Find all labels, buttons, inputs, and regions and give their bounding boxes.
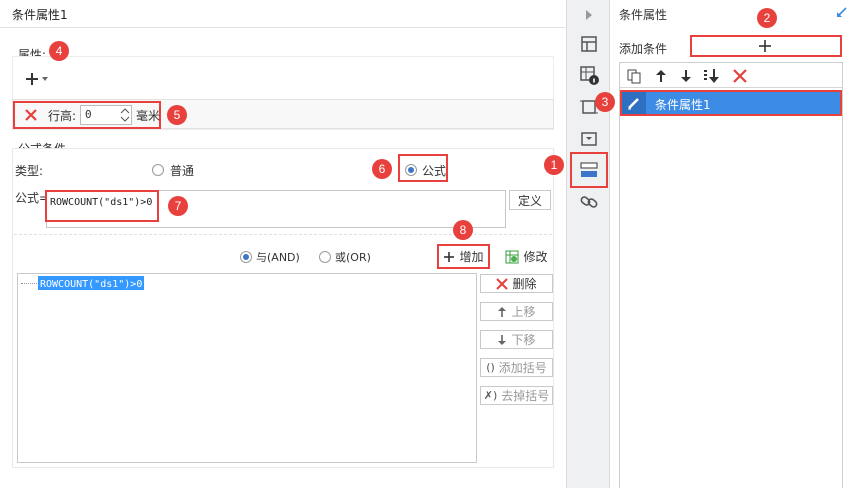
badge-8: 8 — [453, 220, 473, 240]
move-to-bottom-icon[interactable] — [703, 68, 721, 84]
condition-property-dialog: 条件属性1 属性: 行高: 0 毫米 公式条件 类型: 普通 公式 — [0, 0, 566, 488]
plus-icon — [26, 73, 38, 85]
condition-list-item-label: 条件属性1 — [655, 98, 711, 112]
badge-7: 7 — [168, 196, 188, 216]
row-height-label: 行高: — [48, 109, 77, 123]
plus-icon — [759, 40, 771, 52]
arrow-up-icon — [498, 306, 507, 317]
badge-5: 5 — [167, 105, 187, 125]
remove-property-button[interactable] — [23, 107, 39, 123]
modify-label: 修改 — [523, 250, 548, 264]
caret-down-icon — [42, 77, 48, 81]
condition-item-text: ROWCOUNT("ds1")>0 — [40, 279, 143, 290]
arrow-up-icon[interactable] — [654, 68, 668, 84]
move-down-button[interactable]: 下移 — [480, 330, 553, 349]
condition-item[interactable]: ROWCOUNT("ds1")>0 — [38, 276, 145, 290]
side-toolbar: 1 — [544, 0, 610, 488]
badge-4: 4 — [49, 41, 69, 61]
pencil-icon — [628, 98, 639, 110]
or-label: 或(OR) — [335, 251, 371, 264]
hyperlink-icon[interactable] — [578, 191, 600, 213]
panel-title: 条件属性 — [619, 8, 668, 22]
modify-button[interactable]: 修改 — [502, 246, 551, 267]
dialog-title: 条件属性1 — [12, 8, 68, 22]
cell-info-icon[interactable] — [578, 64, 600, 86]
type-formula-label: 公式 — [422, 164, 447, 178]
dialog-title-bar: 条件属性1 — [0, 0, 566, 28]
remove-bracket-icon: ✗) — [483, 389, 498, 402]
badge-6: 6 — [372, 159, 392, 179]
or-radio[interactable] — [319, 251, 331, 263]
row-height-spinner[interactable]: 0 — [80, 105, 132, 125]
type-normal-label: 普通 — [170, 164, 195, 178]
widget-icon[interactable] — [578, 128, 600, 150]
bracket-icon: () — [486, 361, 495, 374]
row-height-value: 0 — [85, 108, 92, 121]
add-property-dropdown[interactable] — [23, 69, 55, 89]
and-radio[interactable] — [240, 251, 252, 263]
arrow-down-icon — [498, 334, 507, 345]
collapse-arrow-icon[interactable] — [578, 4, 600, 26]
unit-label: 毫米 — [136, 109, 161, 123]
copy-icon[interactable] — [626, 68, 642, 84]
badge-3: 3 — [595, 92, 615, 112]
arrow-down-icon[interactable] — [679, 68, 693, 84]
formula-value: ROWCOUNT("ds1")>0 — [50, 197, 153, 208]
cell-attribute-icon[interactable] — [578, 33, 600, 55]
plus-icon — [444, 251, 455, 262]
add-condition-label: 添加条件 — [619, 42, 668, 56]
condition-list-panel: 条件属性1 3 — [595, 62, 843, 488]
toolbar-divider — [620, 87, 842, 88]
condition-list[interactable]: ROWCOUNT("ds1")>0 — [17, 273, 477, 463]
remove-bracket-button[interactable]: ✗) 去掉括号 — [480, 386, 553, 405]
edit-grid-icon — [505, 250, 519, 263]
spinner-arrows-icon — [120, 108, 130, 122]
and-label: 与(AND) — [256, 251, 300, 264]
type-label: 类型: — [15, 164, 44, 178]
remove-bracket-label: 去掉括号 — [501, 389, 550, 403]
type-formula-radio[interactable] — [405, 164, 417, 176]
delete-button[interactable]: 删除 — [480, 274, 553, 293]
badge-2: 2 — [757, 8, 777, 28]
condition-attribute-icon[interactable] — [578, 159, 600, 181]
close-icon — [25, 109, 37, 121]
condition-list-item[interactable]: 条件属性1 — [620, 90, 842, 116]
add-condition-button[interactable] — [692, 37, 840, 55]
expand-arrow-icon[interactable] — [836, 6, 848, 18]
move-down-label: 下移 — [511, 333, 536, 347]
define-label: 定义 — [517, 193, 542, 208]
delete-icon[interactable] — [732, 68, 748, 84]
define-button[interactable]: 定义 — [509, 190, 551, 210]
move-up-button[interactable]: 上移 — [480, 302, 553, 321]
delete-label: 删除 — [512, 277, 537, 291]
add-bracket-button[interactable]: () 添加括号 — [480, 358, 553, 377]
add-label: 增加 — [459, 250, 484, 264]
type-normal-radio[interactable] — [152, 164, 164, 176]
badge-1: 1 — [544, 155, 564, 175]
tree-line — [21, 283, 37, 284]
close-icon — [496, 277, 509, 290]
formula-label: 公式= — [15, 191, 50, 205]
add-button[interactable]: 增加 — [439, 246, 488, 267]
add-bracket-label: 添加括号 — [498, 361, 547, 375]
move-up-label: 上移 — [511, 305, 536, 319]
